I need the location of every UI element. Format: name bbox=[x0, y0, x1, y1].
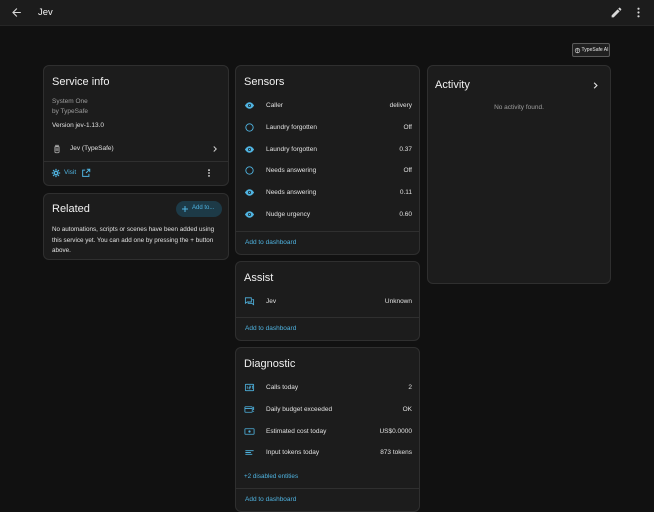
visit-label: Visit bbox=[64, 169, 77, 176]
add-to-button[interactable]: Add to... bbox=[176, 201, 222, 217]
entity-row[interactable]: Needs answering Off bbox=[236, 160, 419, 182]
service-info-divider bbox=[44, 161, 228, 162]
activity-card: Activity No activity found. bbox=[427, 65, 611, 284]
entity-name: Needs answering bbox=[266, 167, 317, 175]
top-app-bar: Jev bbox=[0, 0, 654, 26]
eye-icon bbox=[244, 102, 255, 109]
entity-state: Off bbox=[403, 123, 412, 131]
entity-name: Laundry forgotten bbox=[266, 123, 317, 131]
add-to-label: Add to... bbox=[192, 205, 215, 211]
circle-outline-icon bbox=[245, 123, 254, 132]
entity-row[interactable]: Nudge urgency 0.60 bbox=[236, 204, 419, 226]
diagnostic-card: Diagnostic +2 disabled entities Add to d… bbox=[235, 347, 420, 512]
entity-row[interactable]: Input tokens today 873 tokens bbox=[236, 442, 419, 464]
plus-icon bbox=[182, 206, 188, 212]
diagnostic-title: Diagnostic bbox=[244, 358, 296, 370]
assist-title: Assist bbox=[244, 272, 274, 284]
more-vert-icon[interactable] bbox=[632, 6, 645, 19]
eye-icon bbox=[244, 211, 255, 218]
eye-icon bbox=[244, 145, 255, 153]
entity-name: Needs answering bbox=[266, 189, 317, 197]
entity-state: 2 bbox=[408, 384, 412, 391]
activity-empty: No activity found. bbox=[494, 104, 544, 111]
back-arrow-icon[interactable] bbox=[10, 6, 23, 19]
assist-add-to-dashboard[interactable]: Add to dashboard bbox=[245, 325, 296, 332]
integration-badge[interactable]: TypeSafe AI bbox=[572, 43, 610, 57]
circle-outline-icon bbox=[245, 166, 254, 176]
entity-row[interactable]: Calls today 2 bbox=[236, 377, 419, 399]
cash-icon bbox=[244, 427, 255, 435]
entity-row[interactable]: Laundry forgotten 0.37 bbox=[236, 139, 419, 161]
entity-state: delivery bbox=[389, 102, 412, 109]
service-info-title: Service info bbox=[52, 76, 110, 88]
pencil-icon[interactable] bbox=[610, 6, 623, 19]
diagnostic-divider bbox=[236, 488, 419, 489]
card-alert-icon bbox=[244, 406, 255, 413]
activity-title: Activity bbox=[435, 79, 470, 91]
service-info-card: Service info System One by TypeSafe Vers… bbox=[43, 65, 229, 186]
sensors-card: Sensors Add to dashboard Caller delivery L… bbox=[235, 65, 420, 255]
service-version: Version jev-1.13.0 bbox=[52, 122, 105, 129]
device-name: Jev (TypeSafe) bbox=[70, 145, 114, 152]
visit-button[interactable]: Visit bbox=[51, 166, 95, 180]
assist-divider bbox=[236, 317, 419, 318]
assist-card: Assist Add to dashboard Jev Unknown bbox=[235, 261, 420, 341]
entity-row[interactable]: Daily budget exceeded OK bbox=[236, 399, 419, 421]
entity-state: Unknown bbox=[384, 298, 412, 305]
entity-name: Nudge urgency bbox=[266, 211, 311, 218]
entity-row[interactable]: Caller delivery bbox=[236, 95, 419, 117]
entity-state: 0.11 bbox=[399, 189, 412, 197]
sensors-divider bbox=[236, 231, 419, 232]
badge-label: TypeSafe AI bbox=[581, 47, 609, 53]
related-text: No automations, scripts or scenes have b… bbox=[52, 226, 215, 254]
brain-icon bbox=[574, 47, 580, 53]
entity-state: US$0.0000 bbox=[379, 427, 412, 435]
gear-icon bbox=[51, 168, 61, 178]
service-manufacturer: by TypeSafe bbox=[52, 108, 89, 115]
page-title: Jev bbox=[38, 7, 53, 18]
sensors-add-to-dashboard[interactable]: Add to dashboard bbox=[245, 239, 296, 246]
text-lines-icon bbox=[245, 450, 254, 456]
entity-row[interactable]: Jev Unknown bbox=[236, 291, 419, 313]
related-title: Related bbox=[52, 203, 90, 215]
entity-name: Daily budget exceeded bbox=[266, 405, 333, 413]
entity-name: Input tokens today bbox=[266, 449, 320, 457]
entity-state: 873 tokens bbox=[380, 449, 412, 457]
sensors-title: Sensors bbox=[244, 76, 285, 88]
entity-row[interactable]: Estimated cost today US$0.0000 bbox=[236, 421, 419, 443]
counter-icon bbox=[244, 383, 255, 392]
entity-state: 0.37 bbox=[399, 145, 412, 153]
open-in-new-icon bbox=[82, 168, 91, 177]
entity-row[interactable]: Needs answering 0.11 bbox=[236, 182, 419, 204]
device-link-row[interactable]: Jev (TypeSafe) bbox=[44, 141, 228, 159]
entity-name: Estimated cost today bbox=[266, 427, 327, 435]
eye-icon bbox=[244, 189, 255, 196]
entity-state: 0.60 bbox=[399, 211, 412, 218]
entity-name: Laundry forgotten bbox=[266, 145, 317, 153]
more-vert-icon[interactable] bbox=[204, 168, 214, 178]
entity-name: Calls today bbox=[266, 384, 299, 391]
related-card: Related Add to... No automations, script… bbox=[43, 193, 229, 260]
entity-name: Caller bbox=[266, 102, 283, 109]
device-chip-icon bbox=[54, 144, 60, 154]
service-model: System One bbox=[52, 98, 88, 105]
chevron-right-icon bbox=[213, 146, 217, 152]
chevron-right-icon[interactable] bbox=[590, 80, 601, 91]
entity-row[interactable]: Laundry forgotten Off bbox=[236, 117, 419, 139]
entity-name: Jev bbox=[266, 298, 277, 305]
chat-icon bbox=[244, 297, 255, 306]
entity-state: OK bbox=[402, 405, 412, 413]
entity-state: Off bbox=[403, 167, 412, 175]
disabled-entities-link[interactable]: +2 disabled entities bbox=[244, 473, 298, 480]
